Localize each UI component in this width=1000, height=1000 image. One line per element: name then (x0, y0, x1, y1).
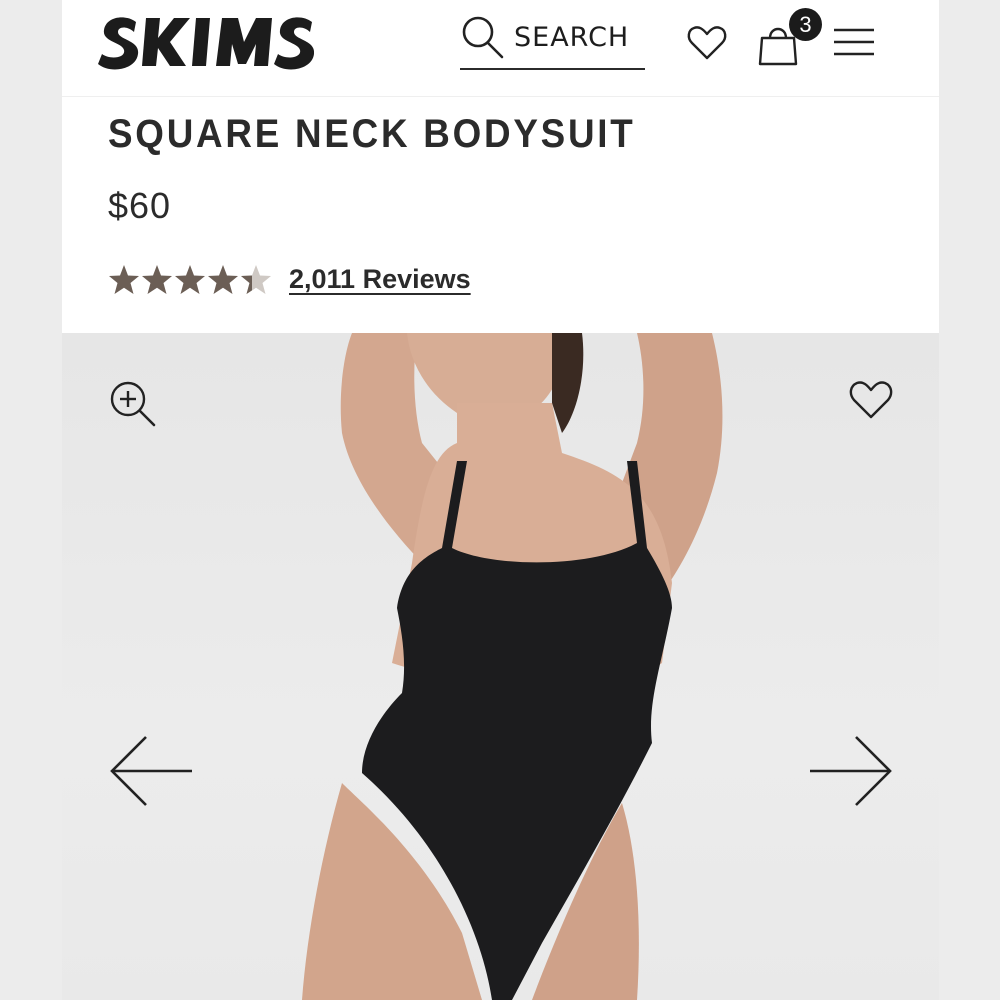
favorite-heart-icon[interactable] (848, 377, 894, 423)
brand-logo[interactable] (96, 8, 318, 74)
cart-button[interactable]: 3 (756, 8, 822, 68)
star-rating-icon (109, 265, 271, 294)
heart-icon[interactable] (686, 22, 728, 64)
product-title: SQUARE NECK BODYSUIT (108, 112, 636, 156)
product-price: $60 (108, 185, 172, 226)
star-full-icon (109, 265, 139, 294)
search-label: SEARCH (514, 22, 630, 53)
product-image-gallery[interactable] (62, 333, 939, 1000)
star-full-icon (175, 265, 205, 294)
hamburger-menu-icon[interactable] (832, 22, 876, 62)
product-photo (302, 333, 723, 1000)
star-full-icon (208, 265, 238, 294)
cart-count-badge: 3 (789, 8, 822, 41)
arrow-right-icon[interactable] (806, 733, 896, 809)
arrow-left-icon[interactable] (106, 733, 196, 809)
star-full-icon (142, 265, 172, 294)
screenshot-frame: SEARCH 3 SQUARE NECK BODYSUIT $60 2,011 … (0, 0, 1000, 1000)
zoom-in-icon[interactable] (108, 379, 158, 429)
search-icon (462, 16, 504, 59)
skims-logo (98, 17, 315, 70)
site-header: SEARCH 3 (62, 0, 939, 97)
product-page: SEARCH 3 SQUARE NECK BODYSUIT $60 2,011 … (62, 0, 939, 1000)
search-bar[interactable]: SEARCH (460, 12, 645, 70)
product-rating: 2,011 Reviews (108, 262, 488, 302)
reviews-link[interactable]: 2,011 Reviews (289, 264, 471, 295)
star-half-icon (241, 265, 271, 294)
